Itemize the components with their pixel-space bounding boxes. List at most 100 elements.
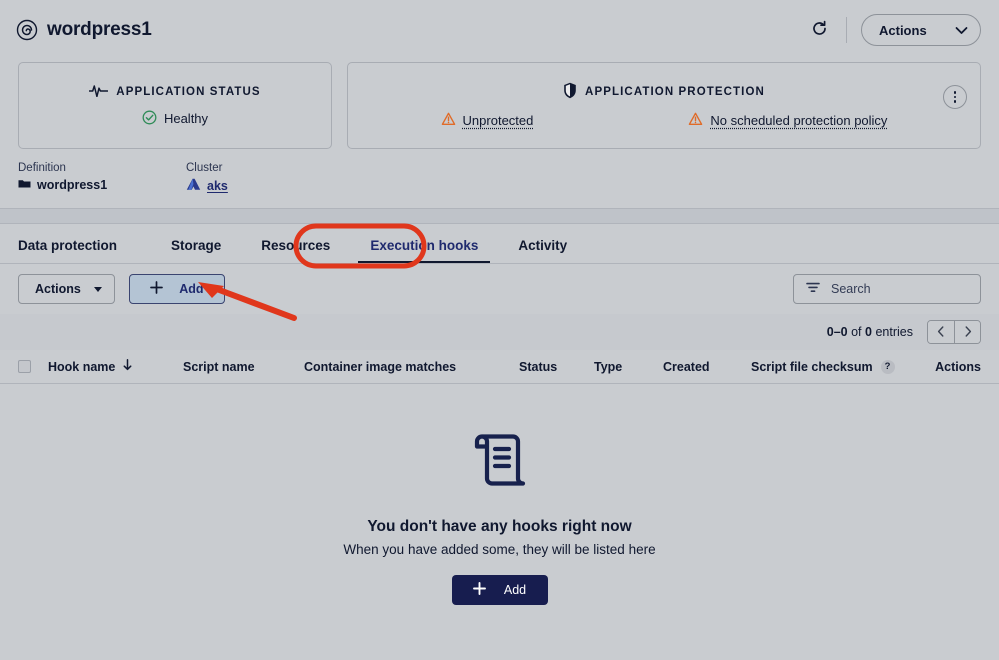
application-status-title: APPLICATION STATUS: [116, 85, 261, 98]
check-circle-icon: [142, 110, 157, 128]
metadata-value: aks: [186, 178, 354, 194]
plus-icon: [472, 582, 486, 598]
select-all-checkbox[interactable]: [18, 360, 31, 373]
tab-activity[interactable]: Activity: [498, 238, 587, 263]
column-header-created[interactable]: Created: [663, 360, 751, 374]
empty-state: You don't have any hooks right now When …: [0, 384, 999, 650]
column-label: Created: [663, 359, 710, 374]
refresh-icon: [811, 20, 828, 40]
header-actions-label: Actions: [879, 22, 927, 38]
protection-item-label: No scheduled protection policy: [710, 113, 888, 128]
table-header-row: Hook name Script name Container image ma…: [0, 350, 999, 384]
column-label: Actions: [935, 359, 981, 374]
protection-item-no-policy[interactable]: No scheduled protection policy: [688, 112, 887, 129]
pager-next-button[interactable]: [954, 321, 980, 343]
tab-storage[interactable]: Storage: [151, 238, 241, 263]
column-label: Type: [594, 359, 623, 374]
entries-of: of: [851, 325, 862, 339]
application-status-header: APPLICATION STATUS: [89, 84, 260, 100]
warning-triangle-icon: [441, 112, 456, 129]
entries-count: 0–0 of 0 entries: [827, 325, 913, 339]
empty-state-add-button[interactable]: Add: [451, 575, 548, 605]
scroll-document-icon: [470, 429, 530, 494]
column-label: Script name: [183, 359, 255, 374]
empty-state-title: You don't have any hooks right now: [367, 518, 632, 535]
question-mark-icon[interactable]: ?: [880, 359, 895, 374]
tab-label: Storage: [171, 238, 222, 253]
application-protection-title: APPLICATION PROTECTION: [585, 86, 765, 98]
protection-item-unprotected[interactable]: Unprotected: [441, 112, 534, 129]
metadata-cluster-link[interactable]: aks: [207, 179, 228, 193]
chevron-down-icon: [955, 23, 968, 38]
tab-bar: Data protection Storage Resources Execut…: [0, 224, 999, 264]
cluster-triangle-icon: [186, 178, 201, 194]
metadata-definition-text: wordpress1: [37, 178, 108, 192]
application-status-value: Healthy: [142, 110, 208, 128]
entries-word: entries: [875, 325, 913, 339]
page-title: wordpress1: [47, 19, 152, 40]
heartbeat-icon: [89, 84, 109, 100]
empty-state-subtitle: When you have added some, they will be l…: [343, 542, 656, 557]
application-protection-header: APPLICATION PROTECTION: [563, 82, 765, 102]
tab-label: Resources: [261, 238, 331, 253]
metadata-row: Definition wordpress1 Cluster aks: [0, 149, 999, 194]
entries-total: 0: [865, 325, 872, 339]
table-toolbar: Actions Add: [0, 264, 999, 314]
column-header-hook-name[interactable]: Hook name: [48, 359, 183, 374]
kebab-menu-icon[interactable]: [943, 85, 967, 109]
filter-funnel-icon: [806, 282, 820, 297]
column-header-actions: Actions: [935, 360, 981, 374]
empty-state-add-label: Add: [503, 583, 527, 597]
header-actions-dropdown[interactable]: Actions: [861, 14, 981, 46]
shield-icon: [563, 82, 577, 102]
column-label: Status: [519, 359, 558, 374]
pager: [927, 320, 981, 344]
pager-prev-button[interactable]: [928, 321, 954, 343]
column-header-script-file-checksum[interactable]: Script file checksum ?: [751, 359, 935, 374]
column-label: Hook name: [48, 359, 116, 374]
add-hook-button[interactable]: Add: [128, 274, 225, 304]
toolbar-actions-dropdown[interactable]: Actions: [18, 274, 115, 304]
tab-execution-hooks[interactable]: Execution hooks: [350, 238, 498, 263]
toolbar-actions-label: Actions: [35, 282, 81, 296]
column-label: Container image matches: [304, 359, 457, 374]
folder-icon: [18, 178, 31, 192]
tab-label: Data protection: [18, 238, 118, 253]
metadata-label: Cluster: [186, 162, 223, 174]
search-input[interactable]: [831, 282, 968, 296]
protection-item-label: Unprotected: [462, 113, 534, 128]
header-actions: Actions: [806, 14, 981, 46]
column-header-script-name[interactable]: Script name: [183, 360, 304, 374]
app-header: wordpress1 Actions: [0, 0, 999, 60]
entries-range: 0–0: [826, 325, 848, 339]
application-protection-card: APPLICATION PROTECTION Unprotected No sc…: [347, 62, 981, 149]
section-divider-band: [0, 208, 999, 224]
column-header-type[interactable]: Type: [594, 360, 663, 374]
refresh-button[interactable]: [806, 17, 832, 43]
metadata-label: Definition: [18, 162, 66, 174]
search-box[interactable]: [793, 274, 981, 304]
pagination-row: 0–0 of 0 entries: [0, 314, 999, 350]
application-status-card: APPLICATION STATUS Healthy: [18, 62, 332, 149]
column-header-container-image-matches[interactable]: Container image matches: [304, 360, 519, 374]
header-divider: [846, 17, 847, 43]
application-status-text: Healthy: [163, 111, 209, 126]
warning-triangle-icon: [688, 112, 703, 129]
caret-down-icon: [93, 286, 102, 292]
tab-resources[interactable]: Resources: [241, 238, 350, 263]
column-label: Script file checksum: [751, 359, 873, 374]
metadata-cluster: Cluster aks: [186, 162, 354, 194]
tab-label: Activity: [518, 238, 568, 253]
column-header-status[interactable]: Status: [519, 360, 594, 374]
protection-items: Unprotected No scheduled protection poli…: [348, 112, 980, 129]
metadata-value: wordpress1: [18, 178, 186, 192]
chevron-right-icon: [964, 325, 972, 340]
add-hook-label: Add: [179, 282, 204, 296]
summary-cards: APPLICATION STATUS Healthy APPLICATION P…: [0, 62, 999, 149]
tab-label: Execution hooks: [370, 238, 479, 253]
chevron-left-icon: [937, 325, 945, 340]
tab-data-protection[interactable]: Data protection: [18, 238, 137, 263]
metadata-definition: Definition wordpress1: [18, 162, 186, 194]
arrow-down-icon: [123, 359, 132, 374]
app-identity: wordpress1: [16, 19, 152, 41]
